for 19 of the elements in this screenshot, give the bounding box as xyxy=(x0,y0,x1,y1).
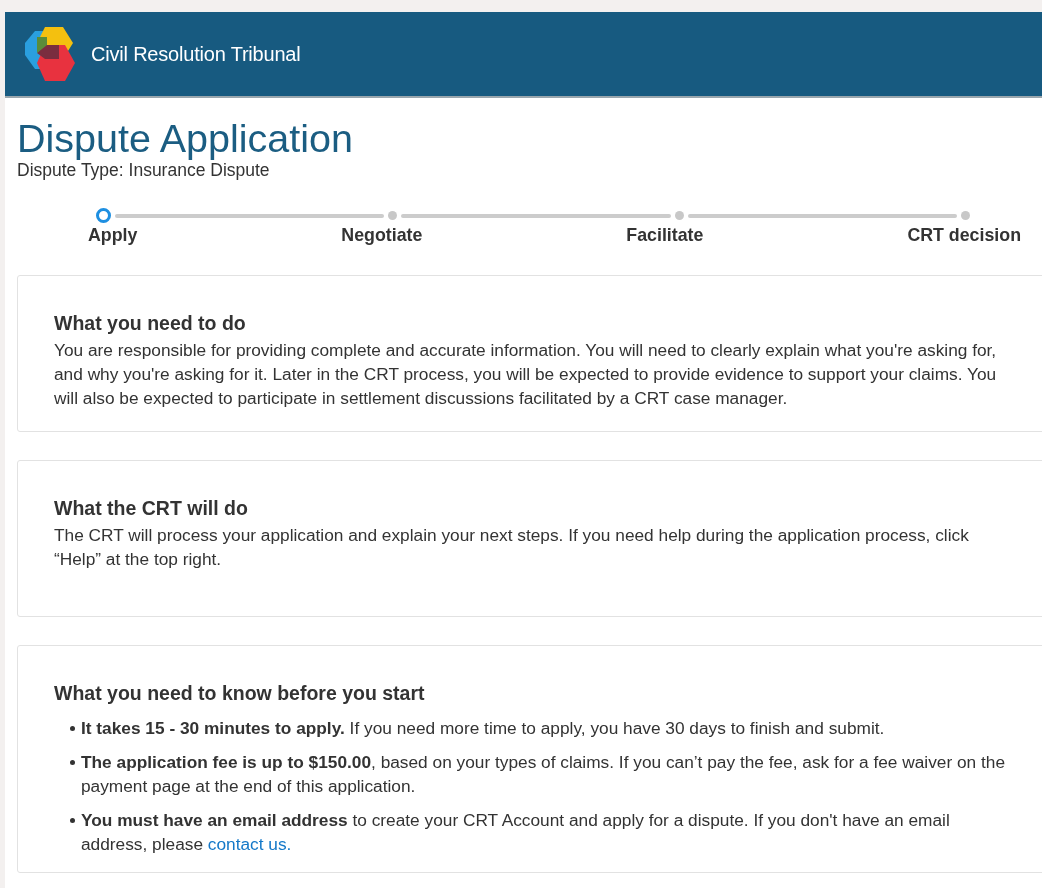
bullet-icon xyxy=(70,818,75,823)
bullet-icon xyxy=(70,760,75,765)
site-title: Civil Resolution Tribunal xyxy=(91,42,301,66)
step-label: Apply xyxy=(88,225,138,245)
page-title: Dispute Application xyxy=(17,116,354,160)
bullet-icon xyxy=(70,726,75,731)
card-paragraph: You are responsible for providing complete and accurate information. You will need to clearly explain what you're asking for, and why you're asking for it. Later in the CRT process, you will be expected to provide evidence to support your claims. You will also be expected to participate in settlement discussions facilitated by a CRT case manager. xyxy=(54,339,998,410)
bullet-text: The application fee is up to $150.00, based on your types of claims. If you can’t pay the fee, ask for a fee waiver on the payment page at the end of this application. xyxy=(81,751,1007,798)
step-label: Facilitate xyxy=(626,225,704,245)
bullet-text: It takes 15 - 30 minutes to apply. If you need more time to apply, you have 30 days to finish and submit. xyxy=(81,717,885,740)
card-heading: What the CRT will do xyxy=(54,496,249,520)
step-label: CRT decision xyxy=(907,225,1021,245)
dispute-type: Dispute Type: Insurance Dispute xyxy=(17,160,271,180)
card-paragraph: The CRT will process your application and explain your next steps. If you need help during the application process, click “Help” at the top right. xyxy=(54,524,970,571)
card-heading: What you need to do xyxy=(54,311,247,335)
bullet-text: You must have an email address to create your CRT Account and apply for a dispute. If you don't have an email address, please contact us. xyxy=(81,809,951,856)
card-heading: What you need to know before you start xyxy=(54,681,426,705)
contact-link[interactable]: contact us. xyxy=(207,834,292,854)
step-label: Negotiate xyxy=(341,225,423,245)
